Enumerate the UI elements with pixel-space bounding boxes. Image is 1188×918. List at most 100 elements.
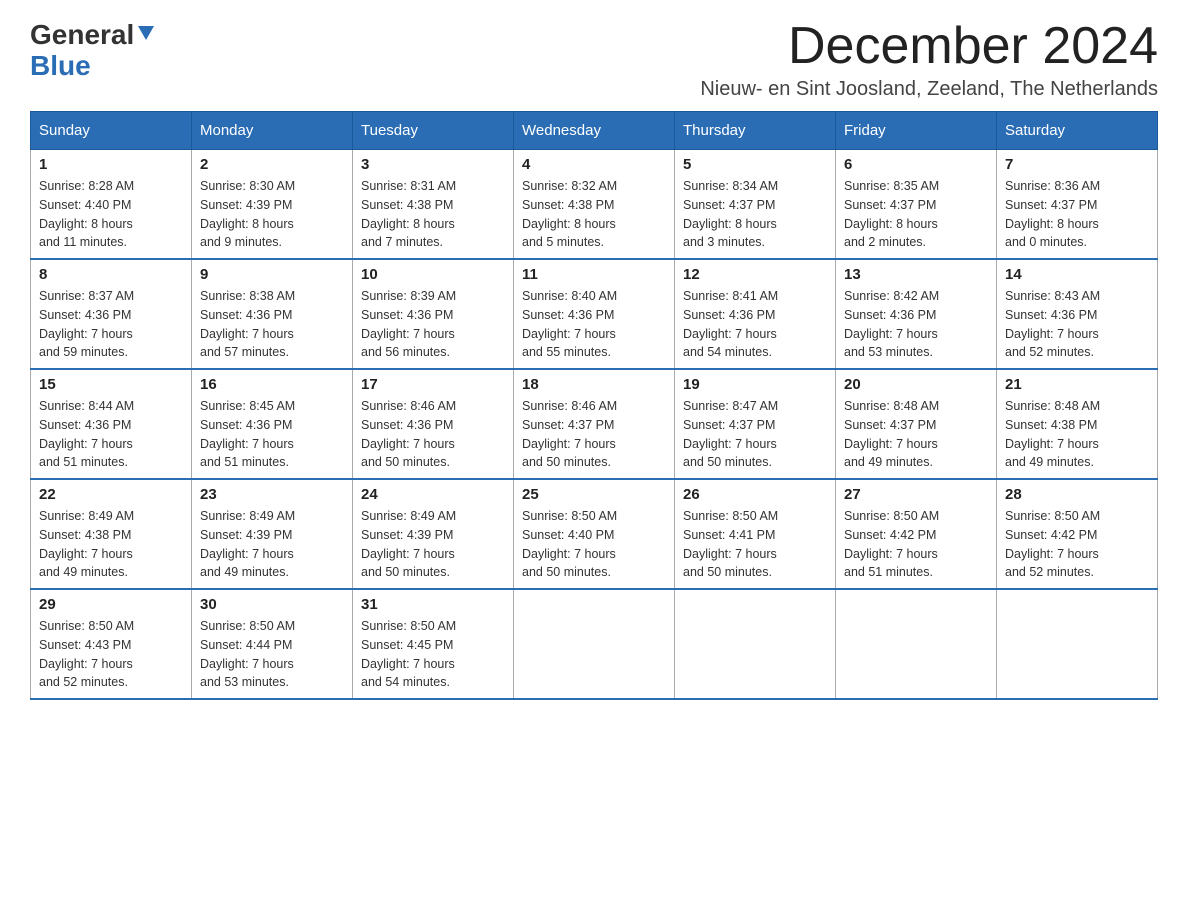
calendar-week-5: 29 Sunrise: 8:50 AMSunset: 4:43 PMDaylig… <box>31 589 1158 699</box>
day-number: 10 <box>361 266 505 283</box>
header-thursday: Thursday <box>675 112 836 150</box>
calendar-cell: 4 Sunrise: 8:32 AMSunset: 4:38 PMDayligh… <box>514 150 675 260</box>
calendar-week-2: 8 Sunrise: 8:37 AMSunset: 4:36 PMDayligh… <box>31 259 1158 369</box>
calendar-cell: 21 Sunrise: 8:48 AMSunset: 4:38 PMDaylig… <box>997 369 1158 479</box>
day-info: Sunrise: 8:50 AMSunset: 4:43 PMDaylight:… <box>39 617 183 692</box>
day-info: Sunrise: 8:46 AMSunset: 4:36 PMDaylight:… <box>361 397 505 472</box>
calendar-cell <box>836 589 997 699</box>
logo: General Blue <box>30 20 158 82</box>
calendar-cell: 16 Sunrise: 8:45 AMSunset: 4:36 PMDaylig… <box>192 369 353 479</box>
header-tuesday: Tuesday <box>353 112 514 150</box>
calendar-week-1: 1 Sunrise: 8:28 AMSunset: 4:40 PMDayligh… <box>31 150 1158 260</box>
calendar-cell: 11 Sunrise: 8:40 AMSunset: 4:36 PMDaylig… <box>514 259 675 369</box>
header-wednesday: Wednesday <box>514 112 675 150</box>
day-number: 30 <box>200 596 344 613</box>
day-info: Sunrise: 8:50 AMSunset: 4:40 PMDaylight:… <box>522 507 666 582</box>
logo-text-blue: Blue <box>30 50 91 81</box>
logo-arrow-icon <box>136 22 158 44</box>
calendar-week-3: 15 Sunrise: 8:44 AMSunset: 4:36 PMDaylig… <box>31 369 1158 479</box>
day-number: 6 <box>844 156 988 173</box>
day-info: Sunrise: 8:37 AMSunset: 4:36 PMDaylight:… <box>39 287 183 362</box>
calendar-cell: 26 Sunrise: 8:50 AMSunset: 4:41 PMDaylig… <box>675 479 836 589</box>
day-number: 27 <box>844 486 988 503</box>
day-number: 20 <box>844 376 988 393</box>
calendar-cell: 24 Sunrise: 8:49 AMSunset: 4:39 PMDaylig… <box>353 479 514 589</box>
day-info: Sunrise: 8:48 AMSunset: 4:38 PMDaylight:… <box>1005 397 1149 472</box>
day-number: 16 <box>200 376 344 393</box>
calendar-cell: 13 Sunrise: 8:42 AMSunset: 4:36 PMDaylig… <box>836 259 997 369</box>
calendar-cell: 7 Sunrise: 8:36 AMSunset: 4:37 PMDayligh… <box>997 150 1158 260</box>
day-number: 25 <box>522 486 666 503</box>
day-info: Sunrise: 8:32 AMSunset: 4:38 PMDaylight:… <box>522 177 666 252</box>
day-info: Sunrise: 8:45 AMSunset: 4:36 PMDaylight:… <box>200 397 344 472</box>
day-info: Sunrise: 8:36 AMSunset: 4:37 PMDaylight:… <box>1005 177 1149 252</box>
calendar-cell: 6 Sunrise: 8:35 AMSunset: 4:37 PMDayligh… <box>836 150 997 260</box>
day-info: Sunrise: 8:40 AMSunset: 4:36 PMDaylight:… <box>522 287 666 362</box>
day-number: 26 <box>683 486 827 503</box>
calendar-cell <box>514 589 675 699</box>
calendar-cell: 17 Sunrise: 8:46 AMSunset: 4:36 PMDaylig… <box>353 369 514 479</box>
day-info: Sunrise: 8:44 AMSunset: 4:36 PMDaylight:… <box>39 397 183 472</box>
day-number: 3 <box>361 156 505 173</box>
day-number: 5 <box>683 156 827 173</box>
day-number: 13 <box>844 266 988 283</box>
day-info: Sunrise: 8:47 AMSunset: 4:37 PMDaylight:… <box>683 397 827 472</box>
calendar-cell: 20 Sunrise: 8:48 AMSunset: 4:37 PMDaylig… <box>836 369 997 479</box>
day-number: 11 <box>522 266 666 283</box>
calendar-cell: 19 Sunrise: 8:47 AMSunset: 4:37 PMDaylig… <box>675 369 836 479</box>
day-info: Sunrise: 8:38 AMSunset: 4:36 PMDaylight:… <box>200 287 344 362</box>
day-number: 15 <box>39 376 183 393</box>
calendar-cell: 10 Sunrise: 8:39 AMSunset: 4:36 PMDaylig… <box>353 259 514 369</box>
calendar-cell <box>675 589 836 699</box>
calendar-cell: 28 Sunrise: 8:50 AMSunset: 4:42 PMDaylig… <box>997 479 1158 589</box>
day-number: 1 <box>39 156 183 173</box>
day-info: Sunrise: 8:49 AMSunset: 4:39 PMDaylight:… <box>361 507 505 582</box>
calendar-cell: 5 Sunrise: 8:34 AMSunset: 4:37 PMDayligh… <box>675 150 836 260</box>
day-number: 28 <box>1005 486 1149 503</box>
day-info: Sunrise: 8:35 AMSunset: 4:37 PMDaylight:… <box>844 177 988 252</box>
day-number: 17 <box>361 376 505 393</box>
calendar-header: SundayMondayTuesdayWednesdayThursdayFrid… <box>31 112 1158 150</box>
title-block: December 2024 Nieuw- en Sint Joosland, Z… <box>700 20 1158 101</box>
header-friday: Friday <box>836 112 997 150</box>
calendar-cell: 2 Sunrise: 8:30 AMSunset: 4:39 PMDayligh… <box>192 150 353 260</box>
calendar-cell: 18 Sunrise: 8:46 AMSunset: 4:37 PMDaylig… <box>514 369 675 479</box>
header-monday: Monday <box>192 112 353 150</box>
day-info: Sunrise: 8:34 AMSunset: 4:37 PMDaylight:… <box>683 177 827 252</box>
day-info: Sunrise: 8:50 AMSunset: 4:41 PMDaylight:… <box>683 507 827 582</box>
day-info: Sunrise: 8:31 AMSunset: 4:38 PMDaylight:… <box>361 177 505 252</box>
day-info: Sunrise: 8:42 AMSunset: 4:36 PMDaylight:… <box>844 287 988 362</box>
header-sunday: Sunday <box>31 112 192 150</box>
calendar-cell: 29 Sunrise: 8:50 AMSunset: 4:43 PMDaylig… <box>31 589 192 699</box>
calendar-cell: 25 Sunrise: 8:50 AMSunset: 4:40 PMDaylig… <box>514 479 675 589</box>
calendar-cell: 1 Sunrise: 8:28 AMSunset: 4:40 PMDayligh… <box>31 150 192 260</box>
day-info: Sunrise: 8:39 AMSunset: 4:36 PMDaylight:… <box>361 287 505 362</box>
header-saturday: Saturday <box>997 112 1158 150</box>
day-number: 23 <box>200 486 344 503</box>
day-info: Sunrise: 8:30 AMSunset: 4:39 PMDaylight:… <box>200 177 344 252</box>
calendar-cell: 22 Sunrise: 8:49 AMSunset: 4:38 PMDaylig… <box>31 479 192 589</box>
day-number: 29 <box>39 596 183 613</box>
calendar-header-row: SundayMondayTuesdayWednesdayThursdayFrid… <box>31 112 1158 150</box>
day-number: 21 <box>1005 376 1149 393</box>
calendar-cell: 30 Sunrise: 8:50 AMSunset: 4:44 PMDaylig… <box>192 589 353 699</box>
day-number: 8 <box>39 266 183 283</box>
calendar-table: SundayMondayTuesdayWednesdayThursdayFrid… <box>30 111 1158 700</box>
calendar-cell: 14 Sunrise: 8:43 AMSunset: 4:36 PMDaylig… <box>997 259 1158 369</box>
day-number: 2 <box>200 156 344 173</box>
day-number: 7 <box>1005 156 1149 173</box>
day-number: 14 <box>1005 266 1149 283</box>
calendar-cell: 3 Sunrise: 8:31 AMSunset: 4:38 PMDayligh… <box>353 150 514 260</box>
day-info: Sunrise: 8:41 AMSunset: 4:36 PMDaylight:… <box>683 287 827 362</box>
logo-text-general: General <box>30 20 134 51</box>
day-number: 24 <box>361 486 505 503</box>
calendar-cell <box>997 589 1158 699</box>
day-info: Sunrise: 8:43 AMSunset: 4:36 PMDaylight:… <box>1005 287 1149 362</box>
calendar-week-4: 22 Sunrise: 8:49 AMSunset: 4:38 PMDaylig… <box>31 479 1158 589</box>
day-number: 12 <box>683 266 827 283</box>
calendar-cell: 31 Sunrise: 8:50 AMSunset: 4:45 PMDaylig… <box>353 589 514 699</box>
day-info: Sunrise: 8:49 AMSunset: 4:39 PMDaylight:… <box>200 507 344 582</box>
calendar-cell: 23 Sunrise: 8:49 AMSunset: 4:39 PMDaylig… <box>192 479 353 589</box>
calendar-cell: 27 Sunrise: 8:50 AMSunset: 4:42 PMDaylig… <box>836 479 997 589</box>
day-info: Sunrise: 8:50 AMSunset: 4:45 PMDaylight:… <box>361 617 505 692</box>
